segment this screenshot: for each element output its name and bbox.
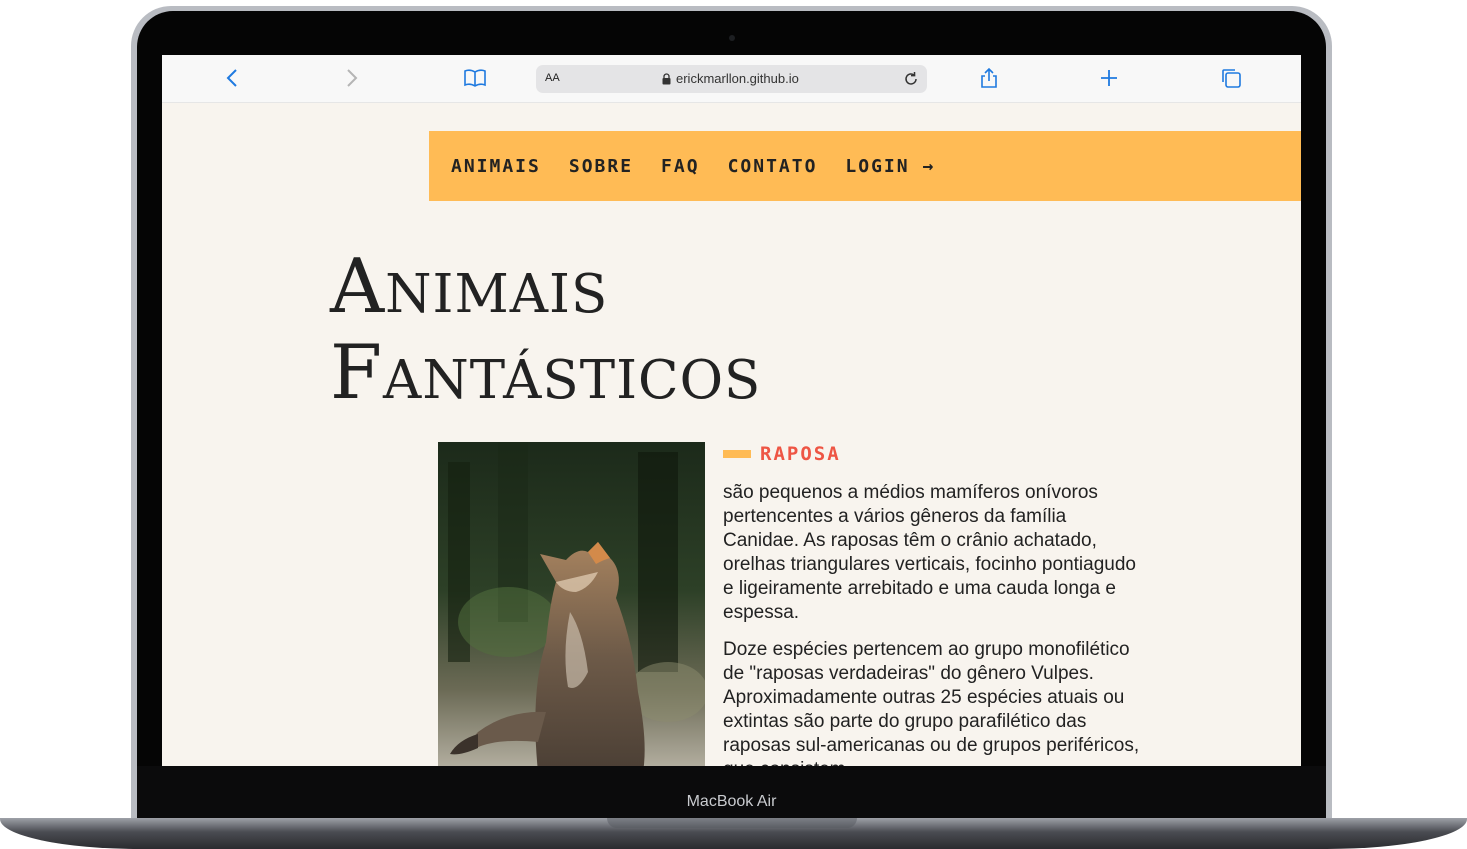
text-size-button[interactable]: AA	[545, 72, 560, 84]
animal-header: RAPOSA	[723, 443, 841, 465]
accent-bar	[723, 450, 751, 458]
animal-description: são pequenos a médios mamíferos onívoros…	[723, 481, 1141, 766]
lock-icon	[662, 73, 671, 85]
animal-name: RAPOSA	[760, 443, 841, 465]
bookmarks-icon[interactable]	[462, 65, 488, 91]
title-line-1: Animais	[330, 242, 609, 330]
nav-link-animais[interactable]: ANIMAIS	[451, 156, 541, 177]
title-line-2: Fantásticos	[330, 328, 762, 416]
laptop-notch	[607, 818, 857, 828]
nav-link-contato[interactable]: CONTATO	[728, 156, 818, 177]
browser-toolbar: AA erickmarllon.github.io	[162, 55, 1301, 103]
address-bar[interactable]: AA erickmarllon.github.io	[536, 65, 927, 93]
description-paragraph-2: Doze espécies pertencem ao grupo monofil…	[723, 639, 1140, 766]
device-label: MacBook Air	[686, 793, 777, 810]
back-icon[interactable]	[219, 65, 245, 91]
nav-link-login[interactable]: LOGIN →	[845, 156, 935, 177]
reload-icon[interactable]	[902, 70, 920, 88]
share-icon[interactable]	[976, 65, 1002, 91]
nav-link-sobre[interactable]: SOBRE	[569, 156, 633, 177]
nav-link-faq[interactable]: FAQ	[661, 156, 700, 177]
new-tab-icon[interactable]	[1096, 65, 1122, 91]
browser-screen: AA erickmarllon.github.io ANIMAIS SOBRE …	[162, 55, 1301, 766]
tabs-overview-icon[interactable]	[1218, 65, 1244, 91]
site-nav: ANIMAIS SOBRE FAQ CONTATO LOGIN →	[429, 131, 1301, 201]
forward-icon[interactable]	[339, 65, 365, 91]
description-paragraph-1: são pequenos a médios mamíferos onívoros…	[723, 482, 1136, 623]
url-text: erickmarllon.github.io	[676, 71, 799, 86]
camera-icon	[729, 35, 735, 41]
fox-image	[438, 442, 705, 766]
page-title: Animais Fantásticos	[330, 243, 761, 415]
